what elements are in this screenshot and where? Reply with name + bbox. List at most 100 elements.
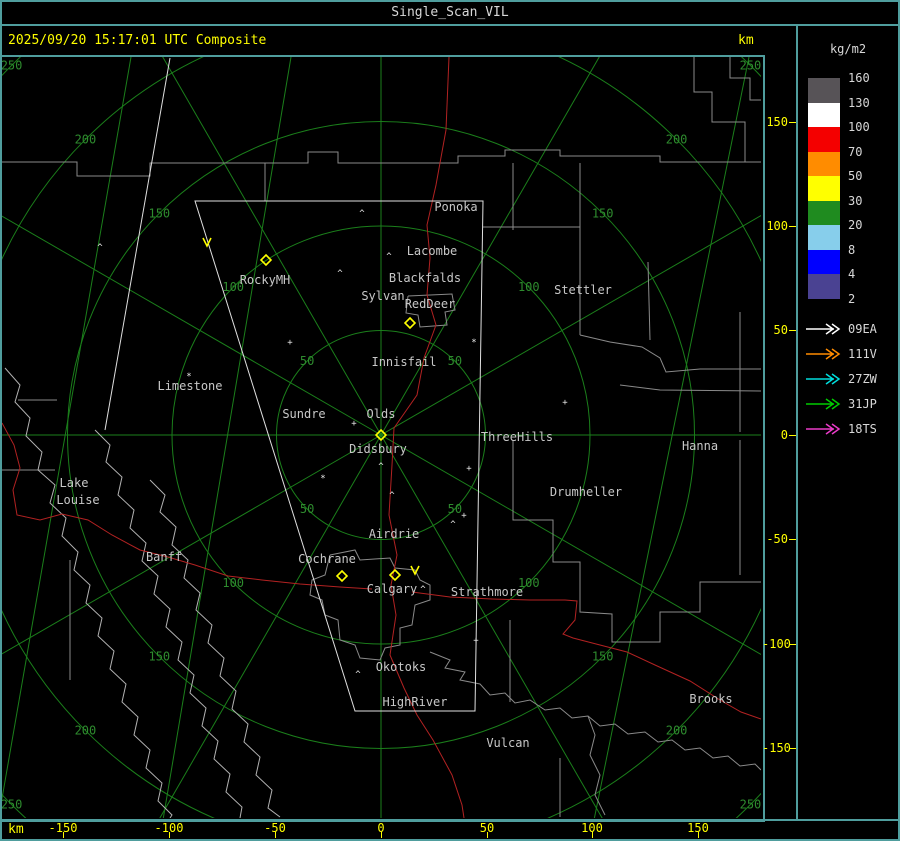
y-axis-label: -50: [766, 532, 788, 546]
city-label: Olds: [367, 407, 396, 421]
town-marker: ^: [355, 670, 361, 680]
timestamp-label: 2025/09/20 15:17:01 UTC Composite: [8, 33, 267, 48]
range-ring-label: 50: [448, 502, 462, 516]
city-label: Lake: [60, 476, 89, 490]
radar-id-label: 111V: [848, 347, 877, 361]
x-axis-tick: [169, 832, 170, 838]
radar-arrow-icon: [806, 398, 841, 410]
town-marker: +: [473, 636, 479, 646]
range-ring-label: 50: [300, 502, 314, 516]
x-axis-tick: [592, 832, 593, 838]
range-ring-label: 250: [2, 59, 22, 73]
scale-color-box: [808, 200, 840, 225]
city-label: Banff: [146, 550, 182, 564]
y-axis-tick: [789, 748, 796, 749]
x-axis-tick: [275, 832, 276, 838]
title-bar: Single_Scan_VIL: [0, 0, 900, 26]
radar-id-label: 27ZW: [848, 372, 877, 386]
x-axis-tick: [381, 832, 382, 838]
scale-min-label: 2: [848, 291, 856, 306]
scale-color-box: [808, 127, 840, 152]
radar-arrow-icon: [806, 348, 841, 360]
range-ring-label: 50: [300, 354, 314, 368]
scale-color-box: [808, 176, 840, 201]
scale-value-label: 30: [848, 193, 863, 208]
radar-id-label: 09EA: [848, 322, 877, 336]
city-label: Strathmore: [451, 585, 523, 599]
scale-value-label: 20: [848, 218, 863, 232]
scale-value-label: 160: [848, 71, 870, 85]
city-label: Blackfalds: [389, 271, 461, 285]
town-marker: +: [562, 398, 568, 408]
city-label: HighRiver: [382, 695, 447, 709]
radar-arrow-icon: [806, 423, 841, 435]
range-ring-label: 50: [448, 354, 462, 368]
city-label: Sundre: [282, 407, 325, 421]
radar-arrow-icon: [806, 323, 841, 335]
scale-color-box: [808, 151, 840, 176]
map-canvas[interactable]: 50 5050 50100 100100 100150 150150 150200 20020…: [2, 57, 761, 818]
x-axis-tick: [63, 832, 64, 838]
scale-color-box: [808, 249, 840, 274]
x-axis-tick: [487, 832, 488, 838]
city-label: Airdrie: [369, 527, 420, 541]
town-marker: ^: [420, 585, 426, 595]
town-marker: ^: [450, 520, 456, 530]
town-marker: ^: [389, 491, 395, 501]
town-marker: *: [471, 338, 476, 348]
x-axis-tick: [698, 832, 699, 838]
city-label: Sylvan: [361, 289, 404, 303]
legend-separator: [796, 26, 798, 821]
range-ring-label: 150: [148, 650, 170, 664]
scale-value-label: 50: [848, 169, 863, 183]
y-axis-label: 50: [773, 323, 788, 337]
city-label: Stettler: [554, 283, 612, 297]
range-ring-label: 250: [2, 797, 22, 811]
city-label: Hanna: [682, 439, 718, 453]
city-label: Drumheller: [550, 485, 622, 499]
radar-id-label: 18TS: [848, 422, 877, 436]
y-axis-label: 0: [780, 428, 788, 442]
city-label: Didsbury: [349, 442, 407, 456]
y-axis-tick: [789, 644, 796, 645]
city-label: Louise: [56, 493, 99, 507]
scale-color-box: [808, 225, 840, 250]
city-label: Lacombe: [407, 244, 458, 258]
range-ring-label: 150: [592, 206, 614, 220]
city-label: Okotoks: [376, 660, 427, 674]
y-axis-tick: [789, 435, 796, 436]
scale-color-box: [808, 78, 840, 103]
scale-value-label: 4: [848, 267, 856, 281]
range-ring-label: 100: [518, 280, 540, 294]
y-axis-tick: [789, 226, 796, 227]
range-ring-label: 250: [740, 59, 761, 73]
range-ring-label: 200: [75, 132, 97, 146]
range-ring-label: 250: [740, 797, 761, 811]
y-axis-tick: [789, 330, 796, 331]
range-ring-label: 200: [75, 724, 97, 738]
city-label: ThreeHills: [481, 430, 553, 444]
y-axis-tick: [789, 122, 796, 123]
city-label: Brooks: [689, 692, 732, 706]
city-label: Ponoka: [434, 200, 477, 214]
city-label: Limestone: [157, 379, 222, 393]
town-marker: +: [351, 419, 357, 429]
range-ring-label: 150: [148, 206, 170, 220]
city-label: RockyMH: [240, 273, 291, 287]
scale-color-box: [808, 102, 840, 127]
y-axis-tick: [789, 539, 796, 540]
range-ring-label: 200: [666, 132, 688, 146]
scale-value-label: 100: [848, 120, 870, 134]
y-axis-label: -150: [762, 741, 791, 755]
scale-value-label: 130: [848, 95, 870, 110]
town-marker: ^: [359, 209, 365, 219]
town-marker: ^: [378, 462, 384, 472]
town-marker: +: [287, 338, 293, 348]
window-title: Single_Scan_VIL: [391, 5, 509, 20]
scale-value-label: 8: [848, 242, 856, 257]
town-marker: +: [466, 464, 472, 474]
range-ring-label: 200: [666, 724, 688, 738]
town-marker: ^: [337, 269, 343, 279]
axis-unit-bottom-label: km: [8, 822, 24, 837]
city-label: RedDeer: [405, 297, 456, 311]
